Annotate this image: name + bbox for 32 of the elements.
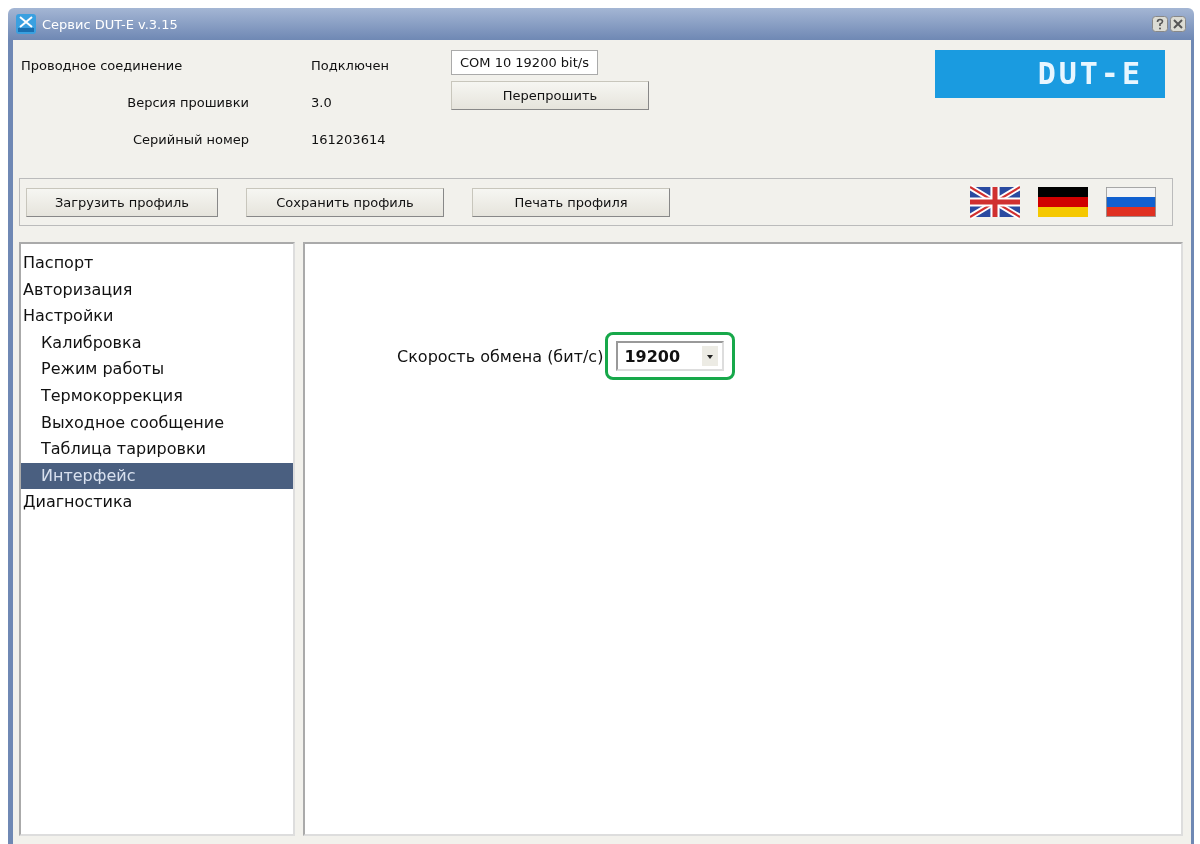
logo: DUT-E [935, 50, 1165, 98]
tree-item[interactable]: Термокоррекция [21, 382, 293, 410]
profile-button[interactable]: Загрузить профиль [26, 187, 218, 217]
speed-label: Скорость обмена (бит/с) [397, 346, 604, 366]
port-field: COM 10 19200 bit/s [451, 50, 598, 75]
tree-item[interactable]: Диагностика [21, 489, 293, 516]
field-label: Проводное соединение [20, 58, 184, 73]
caret-icon [702, 346, 719, 366]
field-label: Серийный номер [132, 132, 250, 147]
profile-button[interactable]: Печать профиля [472, 187, 670, 217]
field-label: Версия прошивки [127, 95, 250, 110]
field-value: 161203614 [310, 132, 387, 147]
tree-item[interactable]: Выходное сообщение [21, 409, 293, 437]
tree-item[interactable]: Настройки [21, 303, 293, 330]
profile-button[interactable]: Сохранить профиль [246, 187, 444, 217]
field-value: 3.0 [310, 95, 333, 110]
flash-button[interactable]: Перепрошить [451, 81, 649, 110]
tree-item[interactable]: Авторизация [21, 276, 293, 304]
tree-item[interactable]: Паспорт [21, 250, 293, 277]
tree-item[interactable]: Таблица тарировки [21, 436, 293, 463]
uk-flag-icon[interactable] [970, 184, 1020, 220]
window-title: Сервис DUT-E v.3.15 [42, 16, 178, 32]
help-icon[interactable] [1152, 16, 1168, 32]
tree-item[interactable]: Калибровка [21, 329, 293, 357]
field-value: Подключен [310, 58, 390, 73]
speed-dropdown[interactable]: 19200 [616, 341, 725, 371]
russian-flag-icon[interactable] [1106, 184, 1156, 220]
app-icon [16, 14, 36, 34]
tree-item[interactable]: Режим работы [21, 356, 293, 383]
close-icon[interactable] [1170, 16, 1186, 32]
tree-item[interactable]: Интерфейс [21, 462, 293, 490]
german-flag-icon[interactable] [1038, 184, 1088, 220]
